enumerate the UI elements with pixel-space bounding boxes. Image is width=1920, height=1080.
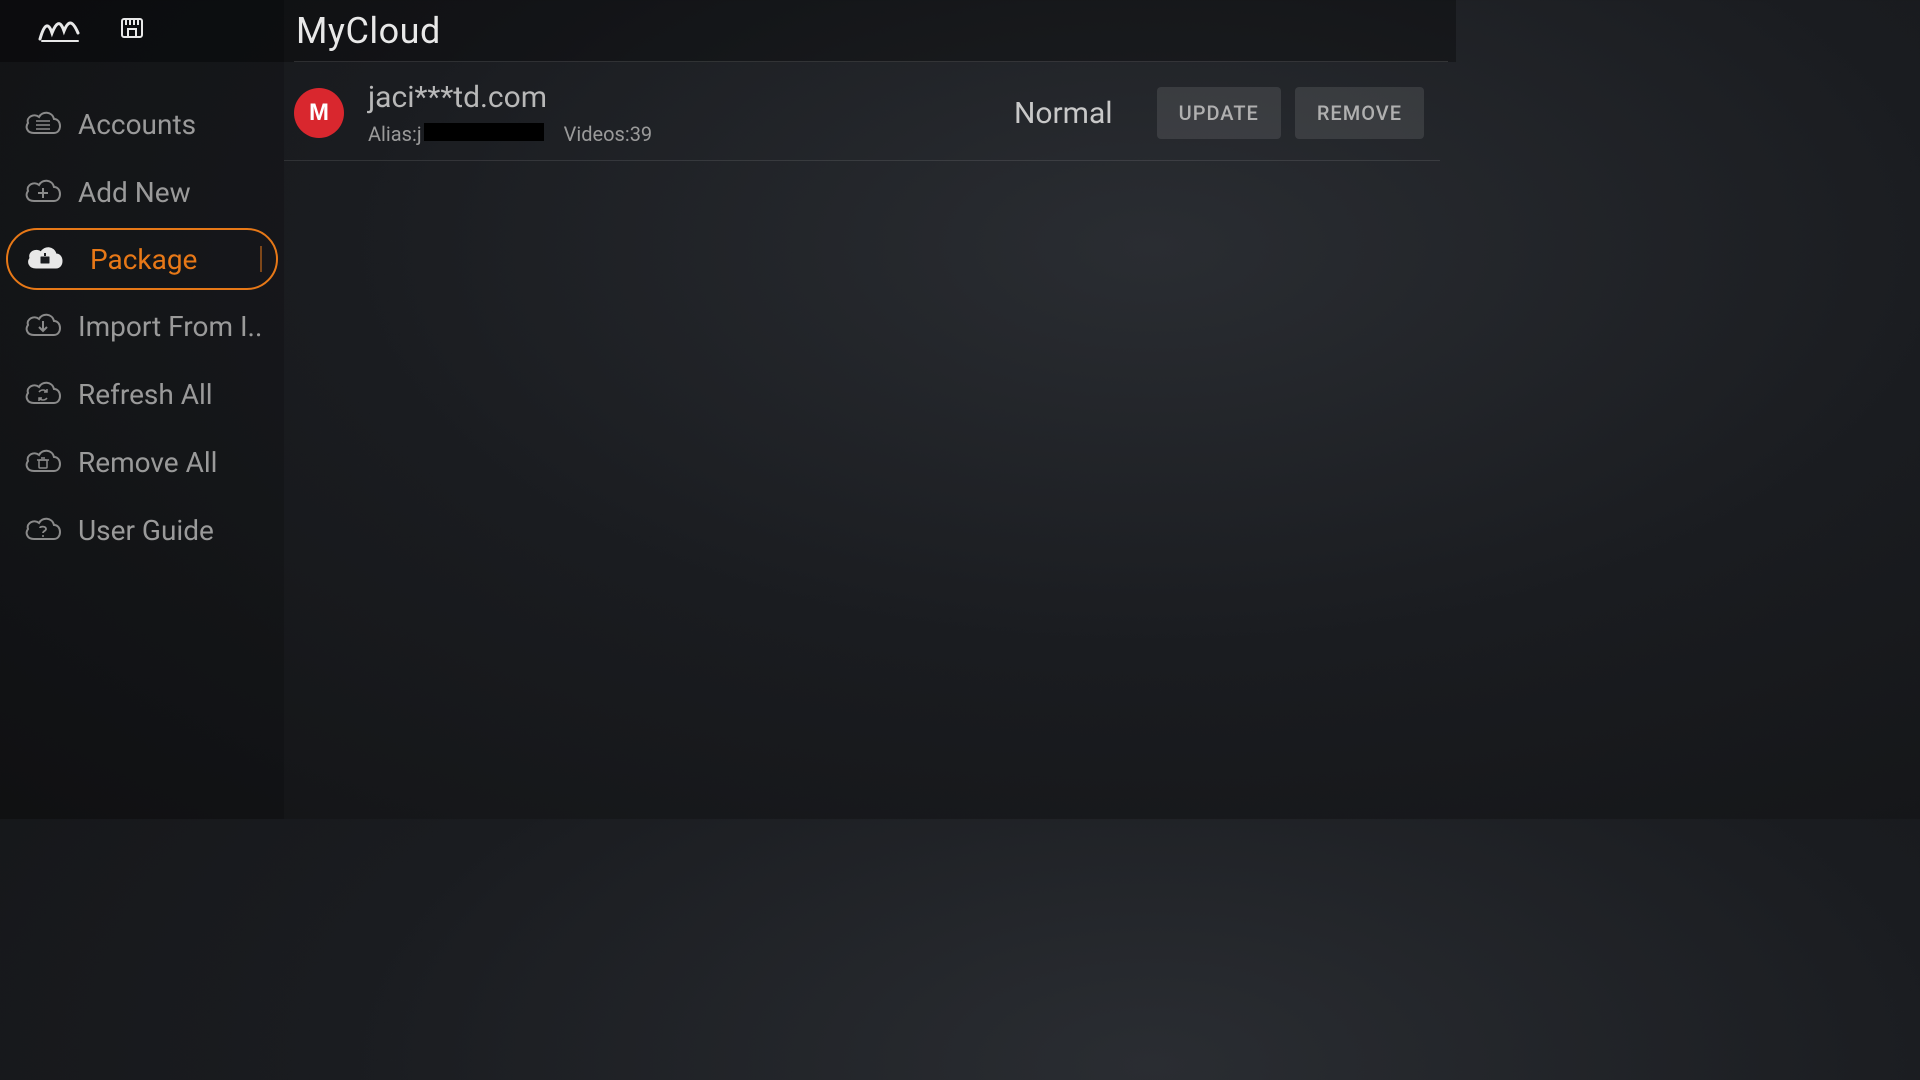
content-area: M jaci***td.com Alias:j Videos:39 Normal… [284,62,1456,819]
cloud-download-icon [22,311,64,341]
selection-caret [260,246,262,272]
cloud-list-icon [22,109,64,139]
cloud-refresh-icon [22,379,64,409]
sidebar: Accounts Add New Package [0,62,284,819]
update-button[interactable]: UPDATE [1157,87,1281,139]
videos-prefix: Videos: [564,122,630,146]
sidebar-item-label: Accounts [78,108,196,141]
provider-badge-mega: M [294,88,344,138]
sidebar-item-import[interactable]: Import From I.. [0,292,280,360]
account-subline: Alias:j Videos:39 [368,122,1014,146]
account-alias: Alias:j [368,122,544,146]
provider-letter: M [309,99,329,127]
cloud-trash-icon [22,447,64,477]
account-videos: Videos:39 [564,122,653,146]
account-email: jaci***td.com [368,80,1014,116]
cloud-plus-icon [22,177,64,207]
sidebar-item-label: User Guide [78,514,214,547]
cloud-help-icon [22,515,64,545]
sidebar-item-package[interactable]: Package [6,228,278,290]
cloud-package-icon [24,244,66,274]
sidebar-item-label: Add New [78,176,191,209]
main-layout: Accounts Add New Package [0,62,1456,819]
account-status: Normal [1014,96,1113,131]
sidebar-item-label: Import From I.. [78,310,262,343]
sidebar-item-label: Package [90,243,197,276]
alias-redacted [424,123,544,141]
alias-prefix: Alias: [368,122,417,146]
account-row[interactable]: M jaci***td.com Alias:j Videos:39 Normal… [284,80,1440,161]
sidebar-item-accounts[interactable]: Accounts [0,90,280,158]
sidebar-item-add-new[interactable]: Add New [0,158,280,226]
sidebar-item-refresh-all[interactable]: Refresh All [0,360,280,428]
top-left-icon-group [0,0,284,62]
app-logo-icon[interactable] [38,13,82,49]
sidebar-item-remove-all[interactable]: Remove All [0,428,280,496]
remove-button[interactable]: REMOVE [1295,87,1424,139]
account-info: jaci***td.com Alias:j Videos:39 [368,80,1014,146]
sidebar-item-user-guide[interactable]: User Guide [0,496,280,564]
alias-value: j [417,122,422,146]
page-title: MyCloud [296,10,441,52]
sidebar-item-label: Refresh All [78,378,213,411]
sidebar-item-label: Remove All [78,446,217,479]
videos-count: 39 [630,122,652,146]
ethernet-icon[interactable] [118,15,146,47]
top-bar: MyCloud [0,0,1456,62]
